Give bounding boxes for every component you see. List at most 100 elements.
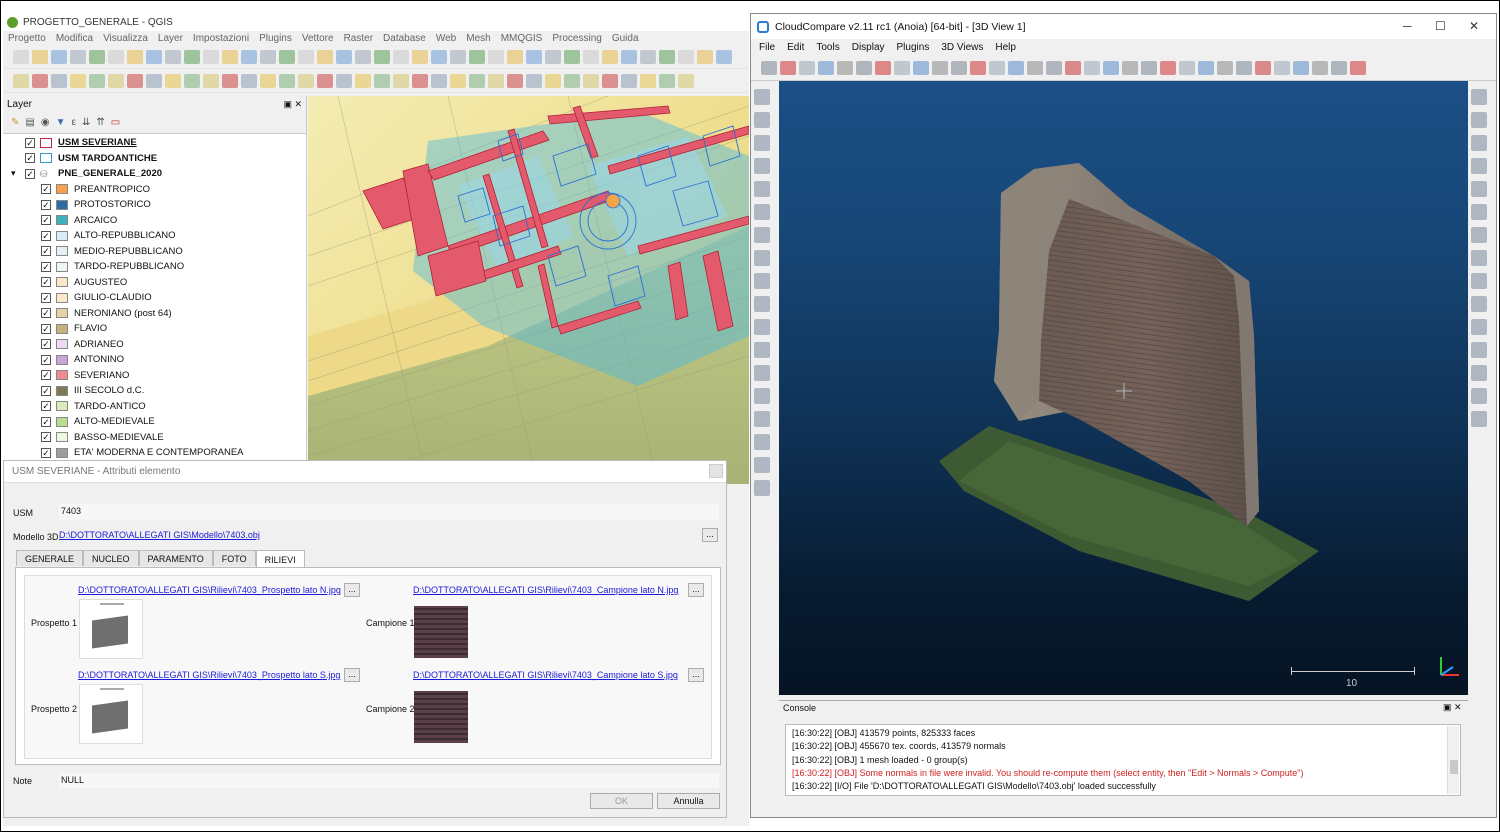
cc-tb-tool-13-icon[interactable]: [989, 60, 1005, 75]
layer-row[interactable]: ✓ NERONIANO (post 64): [3, 306, 306, 322]
qgis-tb2-tool-9-icon[interactable]: [165, 73, 181, 88]
qgis-tb2-tool-21-icon[interactable]: [393, 73, 409, 88]
layer-visibility-checkbox[interactable]: ✓: [41, 339, 51, 350]
qgis-tb1-tool-16-icon[interactable]: [298, 49, 314, 64]
qgis-tb2-tool-35-icon[interactable]: [659, 73, 675, 88]
cc-view-tool-2-icon[interactable]: [754, 112, 770, 128]
qgis-tb2-tool-15-icon[interactable]: [279, 73, 295, 88]
console-scrollbar[interactable]: [1447, 726, 1459, 794]
campione-1-thumbnail[interactable]: [414, 606, 468, 658]
layer-visibility-checkbox[interactable]: ✓: [41, 246, 51, 257]
qgis-menu-vettore[interactable]: Vettore: [297, 33, 339, 44]
cc-view-tool-11-icon[interactable]: [754, 319, 770, 335]
qgis-tb2-tool-19-icon[interactable]: [355, 73, 371, 88]
campione-2-browse-button[interactable]: ...: [688, 668, 704, 682]
qgis-tb1-tool-36-icon[interactable]: [678, 49, 694, 64]
cc-tb-tool-9-icon[interactable]: [913, 60, 929, 75]
qgis-menu-web[interactable]: Web: [431, 33, 461, 44]
qgis-menu-modifica[interactable]: Modifica: [51, 33, 98, 44]
layer-visibility-checkbox[interactable]: ✓: [25, 153, 35, 164]
qgis-tb1-tool-32-icon[interactable]: [602, 49, 618, 64]
qgis-menu-mmqgis[interactable]: MMQGIS: [496, 33, 548, 44]
cc-right-tool-2-icon[interactable]: [1471, 112, 1487, 128]
qgis-tb1-tool-7-icon[interactable]: [127, 49, 143, 64]
qgis-tb1-tool-22-icon[interactable]: [412, 49, 428, 64]
qgis-menu-impostazioni[interactable]: Impostazioni: [188, 33, 254, 44]
tab-paramento[interactable]: PARAMENTO: [138, 550, 213, 566]
qgis-tb2-tool-23-icon[interactable]: [431, 73, 447, 88]
cc-menu-help[interactable]: Help: [989, 42, 1022, 53]
layer-visibility-checkbox[interactable]: ✓: [41, 370, 51, 381]
cc-tb-tool-32-icon[interactable]: [1350, 60, 1366, 75]
cc-right-tool-13-icon[interactable]: [1471, 365, 1487, 381]
qgis-tb1-tool-11-icon[interactable]: [203, 49, 219, 64]
close-button[interactable]: ✕: [1469, 19, 1479, 33]
qgis-tb2-tool-30-icon[interactable]: [564, 73, 580, 88]
cc-right-tool-8-icon[interactable]: [1471, 250, 1487, 266]
layer-row[interactable]: ✓ AUGUSTEO: [3, 275, 306, 291]
qgis-tb1-tool-14-icon[interactable]: [260, 49, 276, 64]
cc-tb-tool-4-icon[interactable]: [818, 60, 834, 75]
cc-tb-tool-31-icon[interactable]: [1331, 60, 1347, 75]
qgis-tb1-tool-17-icon[interactable]: [317, 49, 333, 64]
manage-map-themes-icon[interactable]: ◉: [41, 117, 50, 128]
cc-tb-tool-25-icon[interactable]: [1217, 60, 1233, 75]
filter-by-expression-icon[interactable]: ε: [71, 117, 75, 128]
qgis-menu-raster[interactable]: Raster: [339, 33, 378, 44]
cc-tb-tool-7-icon[interactable]: [875, 60, 891, 75]
cc-tb-tool-15-icon[interactable]: [1027, 60, 1043, 75]
qgis-tb2-tool-18-icon[interactable]: [336, 73, 352, 88]
cc-view-tool-4-icon[interactable]: [754, 158, 770, 174]
qgis-tb2-tool-4-icon[interactable]: [70, 73, 86, 88]
prospetto-1-thumbnail[interactable]: [79, 599, 143, 659]
cc-tb-tool-16-icon[interactable]: [1046, 60, 1062, 75]
qgis-tb2-tool-17-icon[interactable]: [317, 73, 333, 88]
tab-generale[interactable]: GENERALE: [16, 550, 84, 566]
qgis-tb2-tool-29-icon[interactable]: [545, 73, 561, 88]
qgis-tb2-tool-6-icon[interactable]: [108, 73, 124, 88]
cc-view-tool-5-icon[interactable]: [754, 181, 770, 197]
qgis-tb2-tool-26-icon[interactable]: [488, 73, 504, 88]
layer-row[interactable]: ✓ TARDO-REPUBBLICANO: [3, 259, 306, 275]
cc-tb-tool-29-icon[interactable]: [1293, 60, 1309, 75]
qgis-tb1-tool-1-icon[interactable]: [13, 49, 29, 64]
usm-field[interactable]: 7403: [59, 504, 719, 520]
cc-view-tool-13-icon[interactable]: [754, 365, 770, 381]
cc-right-tool-15-icon[interactable]: [1471, 411, 1487, 427]
layer-visibility-checkbox[interactable]: ✓: [41, 308, 51, 319]
layer-visibility-checkbox[interactable]: ✓: [41, 323, 51, 334]
cc-menu-3d-views[interactable]: 3D Views: [935, 42, 989, 53]
qgis-tb1-tool-34-icon[interactable]: [640, 49, 656, 64]
qgis-tb2-tool-8-icon[interactable]: [146, 73, 162, 88]
qgis-tb2-tool-7-icon[interactable]: [127, 73, 143, 88]
qgis-tb1-tool-25-icon[interactable]: [469, 49, 485, 64]
qgis-tb2-tool-13-icon[interactable]: [241, 73, 257, 88]
cc-tb-tool-1-icon[interactable]: [761, 60, 777, 75]
cc-menu-tools[interactable]: Tools: [810, 42, 845, 53]
layer-row[interactable]: ▾ ✓ ⛁ PNE_GENERALE_2020: [3, 166, 306, 182]
qgis-tb2-tool-1-icon[interactable]: [13, 73, 29, 88]
cc-tb-tool-24-icon[interactable]: [1198, 60, 1214, 75]
qgis-tb1-tool-15-icon[interactable]: [279, 49, 295, 64]
qgis-tb2-tool-27-icon[interactable]: [507, 73, 523, 88]
qgis-tb1-tool-9-icon[interactable]: [165, 49, 181, 64]
layer-row[interactable]: ✓ FLAVIO: [3, 321, 306, 337]
add-group-icon[interactable]: ▤: [25, 117, 34, 128]
layer-visibility-checkbox[interactable]: ✓: [41, 447, 51, 458]
qgis-tb1-tool-29-icon[interactable]: [545, 49, 561, 64]
layer-visibility-checkbox[interactable]: ✓: [41, 292, 51, 303]
prospetto-1-browse-button[interactable]: ...: [344, 583, 360, 597]
cc-tb-tool-12-icon[interactable]: [970, 60, 986, 75]
layer-visibility-checkbox[interactable]: ✓: [41, 385, 51, 396]
qgis-tb1-tool-19-icon[interactable]: [355, 49, 371, 64]
qgis-tb2-tool-11-icon[interactable]: [203, 73, 219, 88]
qgis-tb1-tool-24-icon[interactable]: [450, 49, 466, 64]
prospetto-1-link[interactable]: D:\DOTTORATO\ALLEGATI GIS\Rilievi\7403_P…: [78, 585, 341, 595]
campione-2-link[interactable]: D:\DOTTORATO\ALLEGATI GIS\Rilievi\7403_C…: [413, 670, 678, 680]
prospetto-2-link[interactable]: D:\DOTTORATO\ALLEGATI GIS\Rilievi\7403_P…: [78, 670, 340, 680]
qgis-tb1-tool-27-icon[interactable]: [507, 49, 523, 64]
layer-row[interactable]: ✓ PREANTROPICO: [3, 182, 306, 198]
cc-view-tool-10-icon[interactable]: [754, 296, 770, 312]
qgis-tb2-tool-36-icon[interactable]: [678, 73, 694, 88]
layer-visibility-checkbox[interactable]: ✓: [25, 168, 35, 179]
